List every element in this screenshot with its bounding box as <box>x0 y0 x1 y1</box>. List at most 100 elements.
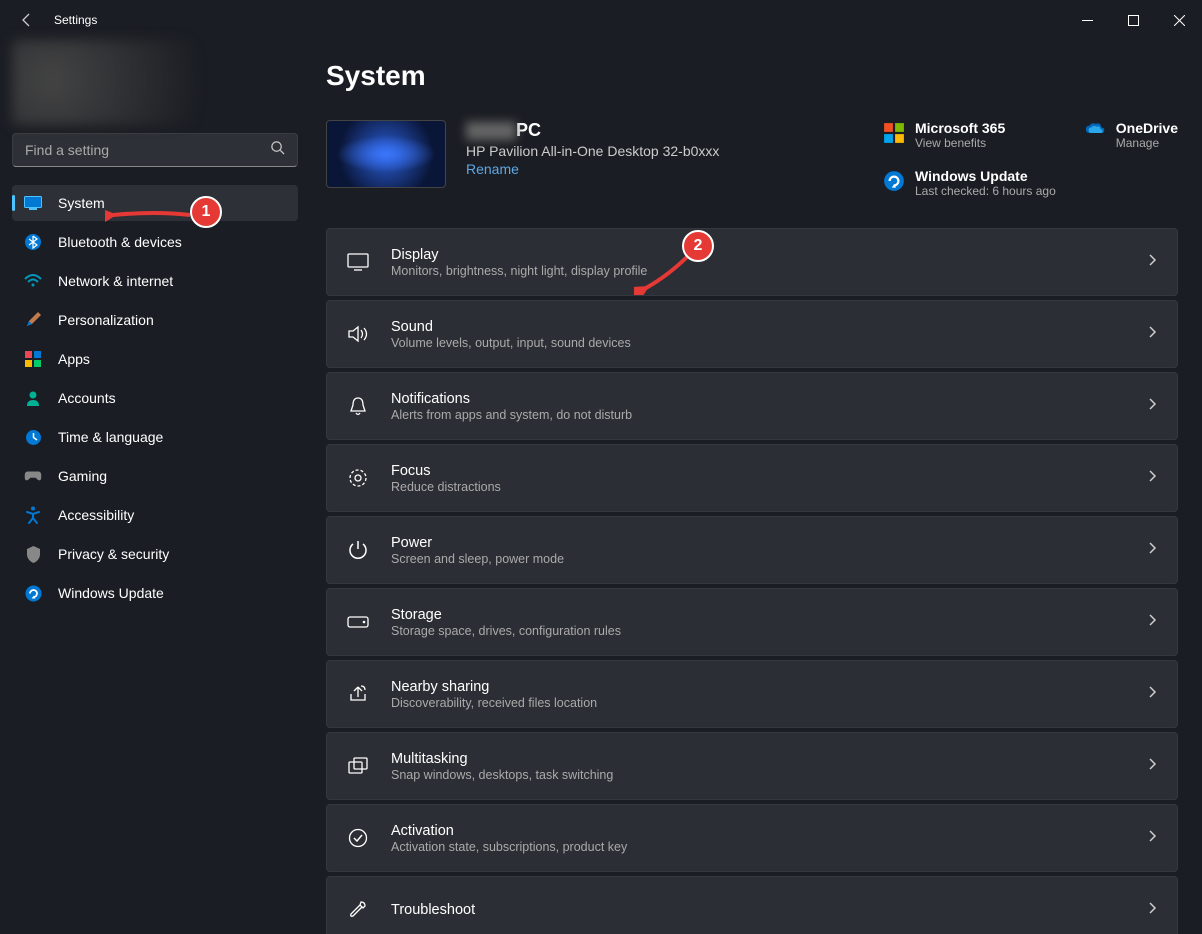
sidebar-item-label: Personalization <box>58 312 154 328</box>
settings-card-storage[interactable]: Storage Storage space, drives, configura… <box>326 588 1178 656</box>
search-box[interactable] <box>12 133 298 167</box>
update-icon <box>24 584 42 602</box>
titlebar: Settings <box>0 0 1202 40</box>
maximize-button[interactable] <box>1110 4 1156 36</box>
chevron-right-icon <box>1147 397 1157 416</box>
sidebar-item-label: Windows Update <box>58 585 164 601</box>
system-icon <box>24 194 42 212</box>
focus-icon <box>347 467 369 489</box>
sidebar-item-label: Time & language <box>58 429 163 445</box>
status-windows-update[interactable]: Windows UpdateLast checked: 6 hours ago <box>883 168 1056 198</box>
settings-card-multi[interactable]: Multitasking Snap windows, desktops, tas… <box>326 732 1178 800</box>
settings-card-bell[interactable]: Notifications Alerts from apps and syste… <box>326 372 1178 440</box>
check-icon <box>347 827 369 849</box>
clock-icon <box>24 428 42 446</box>
device-model: HP Pavilion All-in-One Desktop 32-b0xxx <box>466 143 863 159</box>
settings-card-list: Display Monitors, brightness, night ligh… <box>326 228 1178 934</box>
card-title: Troubleshoot <box>391 902 1125 918</box>
card-subtitle: Screen and sleep, power mode <box>391 552 1125 566</box>
sidebar-item-label: Apps <box>58 351 90 367</box>
multi-icon <box>347 755 369 777</box>
sidebar-item-bluetooth[interactable]: Bluetooth & devices <box>12 224 298 260</box>
settings-card-wrench[interactable]: Troubleshoot <box>326 876 1178 934</box>
chevron-right-icon <box>1147 613 1157 632</box>
card-title: Sound <box>391 319 1125 335</box>
sidebar-item-clock[interactable]: Time & language <box>12 419 298 455</box>
power-icon <box>347 539 369 561</box>
card-subtitle: Discoverability, received files location <box>391 696 1125 710</box>
card-title: Focus <box>391 463 1125 479</box>
rename-link[interactable]: Rename <box>466 161 519 177</box>
sidebar-item-person[interactable]: Accounts <box>12 380 298 416</box>
card-title: Notifications <box>391 391 1125 407</box>
sound-icon <box>347 323 369 345</box>
settings-card-sound[interactable]: Sound Volume levels, output, input, soun… <box>326 300 1178 368</box>
chevron-right-icon <box>1147 541 1157 560</box>
status-onedrive[interactable]: OneDriveManage <box>1084 120 1178 150</box>
card-subtitle: Alerts from apps and system, do not dist… <box>391 408 1125 422</box>
card-subtitle: Reduce distractions <box>391 480 1125 494</box>
sidebar-item-label: Privacy & security <box>58 546 169 562</box>
settings-card-display[interactable]: Display Monitors, brightness, night ligh… <box>326 228 1178 296</box>
sidebar-item-brush[interactable]: Personalization <box>12 302 298 338</box>
bell-icon <box>347 395 369 417</box>
bluetooth-icon <box>24 233 42 251</box>
back-button[interactable] <box>18 11 36 29</box>
sidebar-item-update[interactable]: Windows Update <box>12 575 298 611</box>
device-wallpaper-thumb[interactable] <box>326 120 446 188</box>
card-subtitle: Storage space, drives, configuration rul… <box>391 624 1125 638</box>
close-button[interactable] <box>1156 4 1202 36</box>
apps-icon <box>24 350 42 368</box>
status-m365[interactable]: Microsoft 365View benefits <box>883 120 1056 150</box>
sidebar-item-label: Network & internet <box>58 273 173 289</box>
card-subtitle: Volume levels, output, input, sound devi… <box>391 336 1125 350</box>
annotation-badge-2: 2 <box>682 230 714 262</box>
sidebar-item-system[interactable]: System <box>12 185 298 221</box>
shield-icon <box>24 545 42 563</box>
content-area: System PC HP Pavilion All-in-One Desktop… <box>310 40 1202 934</box>
person-icon <box>24 389 42 407</box>
settings-card-power[interactable]: Power Screen and sleep, power mode <box>326 516 1178 584</box>
chevron-right-icon <box>1147 829 1157 848</box>
chevron-right-icon <box>1147 685 1157 704</box>
chevron-right-icon <box>1147 253 1157 272</box>
card-title: Multitasking <box>391 751 1125 767</box>
search-input[interactable] <box>25 142 270 158</box>
chevron-right-icon <box>1147 469 1157 488</box>
user-profile-area[interactable] <box>12 40 298 125</box>
update-icon <box>883 170 905 192</box>
sidebar-item-label: Accounts <box>58 390 116 406</box>
sidebar-item-label: System <box>58 195 105 211</box>
sidebar: System Bluetooth & devices Network & inter… <box>0 40 310 934</box>
display-icon <box>347 251 369 273</box>
settings-card-check[interactable]: Activation Activation state, subscriptio… <box>326 804 1178 872</box>
accessibility-icon <box>24 506 42 524</box>
window-title: Settings <box>54 13 97 27</box>
gamepad-icon <box>24 467 42 485</box>
card-title: Display <box>391 247 1125 263</box>
search-icon <box>270 140 285 160</box>
wifi-icon <box>24 272 42 290</box>
card-subtitle: Monitors, brightness, night light, displ… <box>391 264 1125 278</box>
brush-icon <box>24 311 42 329</box>
nav-list: System Bluetooth & devices Network & inter… <box>12 185 298 611</box>
minimize-button[interactable] <box>1064 4 1110 36</box>
wrench-icon <box>347 899 369 921</box>
sidebar-item-label: Bluetooth & devices <box>58 234 182 250</box>
chevron-right-icon <box>1147 901 1157 920</box>
storage-icon <box>347 611 369 633</box>
sidebar-item-gamepad[interactable]: Gaming <box>12 458 298 494</box>
settings-card-share[interactable]: Nearby sharing Discoverability, received… <box>326 660 1178 728</box>
card-title: Nearby sharing <box>391 679 1125 695</box>
sidebar-item-wifi[interactable]: Network & internet <box>12 263 298 299</box>
sidebar-item-accessibility[interactable]: Accessibility <box>12 497 298 533</box>
sidebar-item-shield[interactable]: Privacy & security <box>12 536 298 572</box>
card-title: Activation <box>391 823 1125 839</box>
annotation-badge-1: 1 <box>190 196 222 228</box>
sidebar-item-apps[interactable]: Apps <box>12 341 298 377</box>
chevron-right-icon <box>1147 325 1157 344</box>
m365-icon <box>883 122 905 144</box>
settings-card-focus[interactable]: Focus Reduce distractions <box>326 444 1178 512</box>
card-title: Storage <box>391 607 1125 623</box>
window-controls <box>1064 4 1202 36</box>
